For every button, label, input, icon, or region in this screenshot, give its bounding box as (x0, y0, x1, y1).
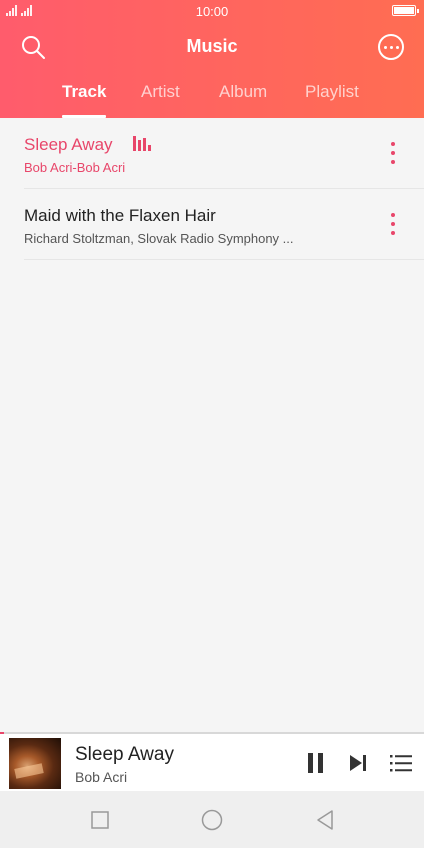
track-artist: Richard Stoltzman, Slovak Radio Symphony… (24, 231, 294, 246)
tab-bar: Track Artist Album Playlist (0, 82, 424, 118)
divider (24, 259, 424, 260)
track-title: Maid with the Flaxen Hair (24, 206, 216, 225)
more-icon[interactable] (378, 34, 404, 60)
list-item[interactable]: Maid with the Flaxen Hair Richard Stoltz… (0, 189, 424, 260)
album-art[interactable] (9, 738, 61, 789)
queue-icon[interactable] (390, 753, 412, 773)
overflow-menu-icon[interactable] (386, 213, 400, 235)
track-title: Sleep Away (24, 135, 113, 154)
app-header: 10:00 Music Track Artist Album Playlist (0, 0, 424, 118)
next-icon[interactable] (348, 753, 368, 773)
status-time: 10:00 (195, 4, 229, 19)
tab-album[interactable]: Album (219, 82, 267, 102)
tab-track[interactable]: Track (62, 82, 106, 102)
search-icon[interactable] (20, 34, 46, 60)
equalizer-icon (133, 136, 151, 151)
overflow-menu-icon[interactable] (386, 142, 400, 164)
track-artist: Bob Acri-Bob Acri (24, 160, 126, 175)
system-nav-bar (0, 791, 424, 848)
status-bar: 10:00 (0, 0, 424, 22)
now-playing-artist: Bob Acri (75, 769, 128, 785)
back-icon[interactable] (314, 809, 336, 831)
home-icon[interactable] (201, 809, 223, 831)
now-playing-title: Sleep Away (75, 744, 174, 765)
mini-player: Sleep Away Bob Acri (0, 734, 424, 791)
battery-icon (392, 5, 419, 16)
list-item[interactable]: Sleep Away Bob Acri-Bob Acri (0, 118, 424, 189)
tab-playlist[interactable]: Playlist (305, 82, 359, 102)
track-list: Sleep Away Bob Acri-Bob Acri Maid with t… (0, 118, 424, 260)
pause-icon[interactable] (306, 753, 324, 773)
recent-apps-icon[interactable] (89, 809, 111, 831)
page-title: Music (186, 36, 238, 56)
tab-artist[interactable]: Artist (141, 82, 180, 102)
